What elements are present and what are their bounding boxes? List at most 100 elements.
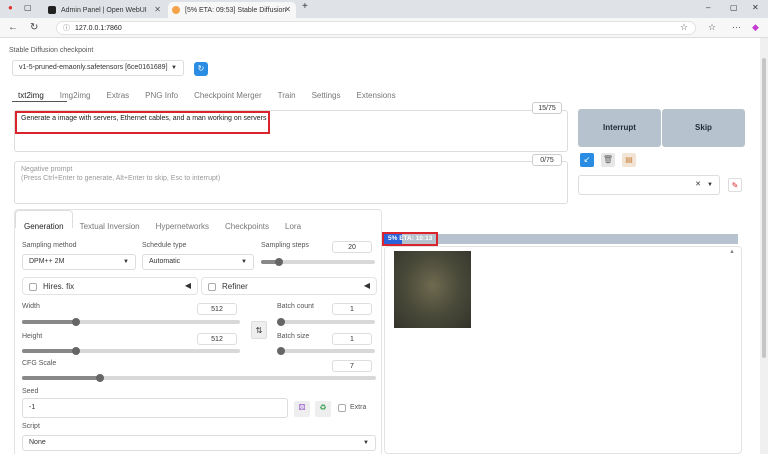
- tab-textual-inversion[interactable]: Textual Inversion: [80, 222, 140, 231]
- slider-handle[interactable]: [72, 318, 80, 326]
- chevron-down-icon: ▼: [171, 65, 177, 71]
- slider-handle[interactable]: [72, 347, 80, 355]
- batch-size-input[interactable]: 1: [332, 333, 372, 345]
- browser-tab-openwebui[interactable]: Admin Panel | Open WebUI ✕: [44, 2, 166, 18]
- openwebui-icon: [48, 6, 56, 14]
- prompt-token-counter: 15/75: [532, 102, 562, 114]
- url-field[interactable]: ⓘ 127.0.0.1:7860: [56, 21, 696, 35]
- height-input[interactable]: 512: [197, 333, 237, 345]
- styles-select[interactable]: ✕ ▼: [578, 175, 720, 195]
- chevron-down-icon: ▼: [123, 259, 129, 265]
- more-icon[interactable]: ···: [732, 22, 741, 32]
- tab-txt2img[interactable]: txt2img: [18, 91, 44, 100]
- tab-extras[interactable]: Extras: [106, 91, 129, 100]
- sampling-method-select[interactable]: DPM++ 2M ▼: [22, 254, 136, 270]
- tab-hypernetworks[interactable]: Hypernetworks: [156, 222, 209, 231]
- favorite-icon[interactable]: ☆: [680, 22, 688, 33]
- clipboard-icon[interactable]: ▤: [622, 153, 636, 167]
- address-bar: ← ↻ ⓘ 127.0.0.1:7860 ☆ ☆ ··· ◆: [0, 18, 768, 38]
- scroll-up-icon[interactable]: ▲: [729, 249, 735, 255]
- browser-tab-bar: ● ▢ Admin Panel | Open WebUI ✕ [5% ETA: …: [0, 0, 768, 18]
- script-select[interactable]: None ▼: [22, 435, 376, 451]
- refresh-checkpoint-button[interactable]: ↻: [194, 62, 208, 76]
- live-preview-image: [394, 251, 471, 328]
- slider-fill: [22, 349, 74, 353]
- back-icon[interactable]: ←: [8, 22, 18, 33]
- script-value: None: [29, 439, 46, 446]
- collections-icon[interactable]: ☆: [708, 22, 716, 33]
- width-label: Width: [22, 303, 40, 310]
- sampling-steps-label: Sampling steps: [261, 242, 309, 249]
- negative-prompt-input[interactable]: Negative prompt (Press Ctrl+Enter to gen…: [14, 161, 568, 204]
- edit-styles-icon[interactable]: ✎: [728, 178, 742, 192]
- close-icon[interactable]: ✕: [284, 5, 291, 14]
- tab-actions-icon[interactable]: ▢: [24, 3, 32, 12]
- tab-img2img[interactable]: Img2img: [60, 91, 91, 100]
- minimize-icon[interactable]: –: [706, 3, 710, 12]
- width-slider[interactable]: [22, 318, 240, 326]
- new-tab-icon[interactable]: +: [302, 1, 308, 12]
- slider-handle[interactable]: [96, 374, 104, 382]
- url-text: 127.0.0.1:7860: [75, 25, 122, 32]
- scrollbar-thumb[interactable]: [762, 58, 766, 358]
- collapse-icon: ◀: [184, 281, 191, 290]
- tab-checkpoint-merger[interactable]: Checkpoint Merger: [194, 91, 262, 100]
- tab-label: Admin Panel | Open WebUI: [61, 6, 147, 14]
- read-params-button[interactable]: ↙: [580, 153, 594, 167]
- reuse-seed-recycle-icon[interactable]: ♻: [315, 401, 331, 417]
- maximize-icon[interactable]: ▢: [730, 3, 738, 12]
- cfg-scale-input[interactable]: 7: [332, 360, 372, 372]
- slider-handle[interactable]: [277, 347, 285, 355]
- clear-icon[interactable]: ✕: [695, 176, 701, 194]
- tab-train[interactable]: Train: [278, 91, 296, 100]
- cfg-scale-slider[interactable]: [22, 374, 376, 382]
- hires-fix-label: Hires. fix: [43, 282, 75, 291]
- hires-fix-accordion[interactable]: Hires. fix ◀: [22, 277, 198, 295]
- random-seed-dice-icon[interactable]: ⚄: [294, 401, 310, 417]
- seed-input[interactable]: -1: [22, 398, 288, 418]
- negative-prompt-label: Negative prompt: [21, 166, 73, 173]
- tab-extensions[interactable]: Extensions: [357, 91, 396, 100]
- schedule-type-value: Automatic: [149, 258, 181, 265]
- sampling-steps-slider[interactable]: [261, 258, 375, 266]
- batch-count-slider[interactable]: [277, 318, 375, 326]
- slider-handle[interactable]: [277, 318, 285, 326]
- trash-icon[interactable]: 🗑: [601, 153, 615, 167]
- swap-dimensions-button[interactable]: ⇅: [251, 321, 267, 339]
- tab-lora[interactable]: Lora: [285, 222, 301, 231]
- chevron-down-icon: ▼: [707, 182, 713, 188]
- tab-generation[interactable]: Generation: [24, 222, 64, 231]
- close-window-icon[interactable]: ✕: [752, 3, 759, 12]
- hires-fix-checkbox[interactable]: [29, 283, 37, 291]
- skip-button[interactable]: Skip: [662, 109, 745, 147]
- batch-count-input[interactable]: 1: [332, 303, 372, 315]
- slider-handle[interactable]: [275, 258, 283, 266]
- sub-tabs: Generation Textual Inversion Hypernetwor…: [24, 222, 317, 231]
- batch-size-slider[interactable]: [277, 347, 375, 355]
- width-input[interactable]: 512: [197, 303, 237, 315]
- tab-label: [5% ETA: 09:53] Stable Diffusion: [185, 6, 287, 14]
- tab-png-info[interactable]: PNG Info: [145, 91, 178, 100]
- close-icon[interactable]: ✕: [154, 5, 161, 14]
- script-label: Script: [22, 423, 40, 430]
- checkpoint-select[interactable]: v1-5-pruned-emaonly.safetensors [6ce0161…: [12, 60, 184, 76]
- height-slider[interactable]: [22, 347, 240, 355]
- height-label: Height: [22, 333, 43, 340]
- interrupt-button[interactable]: Interrupt: [578, 109, 661, 147]
- tab-checkpoints[interactable]: Checkpoints: [225, 222, 269, 231]
- schedule-type-label: Schedule type: [142, 242, 187, 249]
- copilot-icon[interactable]: ◆: [752, 22, 759, 33]
- browser-tab-stable-diffusion[interactable]: [5% ETA: 09:53] Stable Diffusion ✕: [168, 2, 296, 18]
- reload-icon[interactable]: ↻: [30, 22, 38, 33]
- extra-seed-checkbox[interactable]: [338, 404, 346, 412]
- sampling-steps-input[interactable]: 20: [332, 241, 372, 253]
- stable-diffusion-icon: [172, 6, 180, 14]
- chevron-down-icon: ▼: [363, 440, 369, 446]
- refiner-accordion[interactable]: Refiner ◀: [201, 277, 377, 295]
- seed-value: -1: [29, 404, 36, 411]
- schedule-type-select[interactable]: Automatic ▼: [142, 254, 254, 270]
- tab-settings[interactable]: Settings: [312, 91, 341, 100]
- refiner-checkbox[interactable]: [208, 283, 216, 291]
- page-scrollbar[interactable]: [760, 38, 768, 454]
- profile-icon[interactable]: ●: [8, 3, 13, 12]
